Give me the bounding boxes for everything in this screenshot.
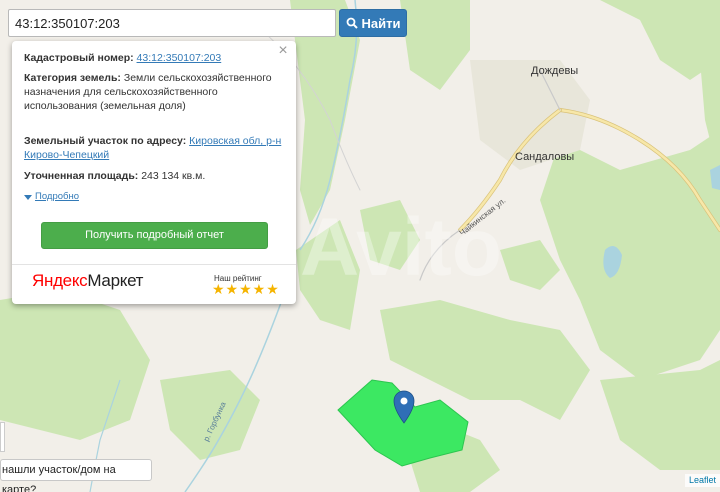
search-button-label: Найти (361, 15, 401, 31)
map-attribution: Leaflet (684, 474, 720, 487)
map-side-control[interactable] (0, 422, 5, 452)
cadastral-number-row: Кадастровый номер: 43:12:350107:203 (24, 51, 282, 65)
land-category-row: Категория земель: Земли сельскохозяйстве… (24, 71, 282, 113)
get-report-button[interactable]: Получить подробный отчет (41, 222, 268, 249)
village-label: Дождевы (531, 65, 578, 77)
cadastral-search-input[interactable] (8, 9, 336, 37)
yandex-logo-text: Яндекс (32, 271, 88, 290)
more-details-link[interactable]: Подробно (24, 190, 79, 204)
found-parcel-help-button[interactable]: нашли участок/дом на карте? (0, 459, 152, 492)
cadastral-number-label: Кадастровый номер: (24, 52, 134, 64)
avito-watermark: Avito (300, 202, 502, 293)
yandex-market-logo[interactable]: ЯндексМаркет (32, 271, 144, 290)
rating-stars-icon[interactable]: ★★★★★ (212, 282, 280, 296)
more-details-label: Подробно (35, 191, 79, 202)
area-row: Уточненная площадь: 243 134 кв.м. (24, 169, 282, 183)
market-logo-text: Маркет (87, 271, 144, 290)
parcel-info-popup: × Кадастровый номер: 43:12:350107:203 Ка… (12, 41, 296, 304)
search-button[interactable]: Найти (339, 9, 407, 37)
search-icon (346, 17, 358, 29)
area-label: Уточненная площадь: (24, 170, 139, 182)
caret-down-icon (24, 194, 32, 200)
land-category-label: Категория земель: (24, 72, 121, 84)
leaflet-link[interactable]: Leaflet (689, 475, 716, 485)
popup-divider (12, 264, 296, 265)
area-value: 243 134 кв.м. (141, 170, 206, 182)
address-row: Земельный участок по адресу: Кировская о… (24, 134, 282, 162)
address-label: Земельный участок по адресу: (24, 135, 187, 147)
village-label: Сандаловы (515, 151, 574, 163)
cadastral-number-link[interactable]: 43:12:350107:203 (137, 52, 222, 64)
